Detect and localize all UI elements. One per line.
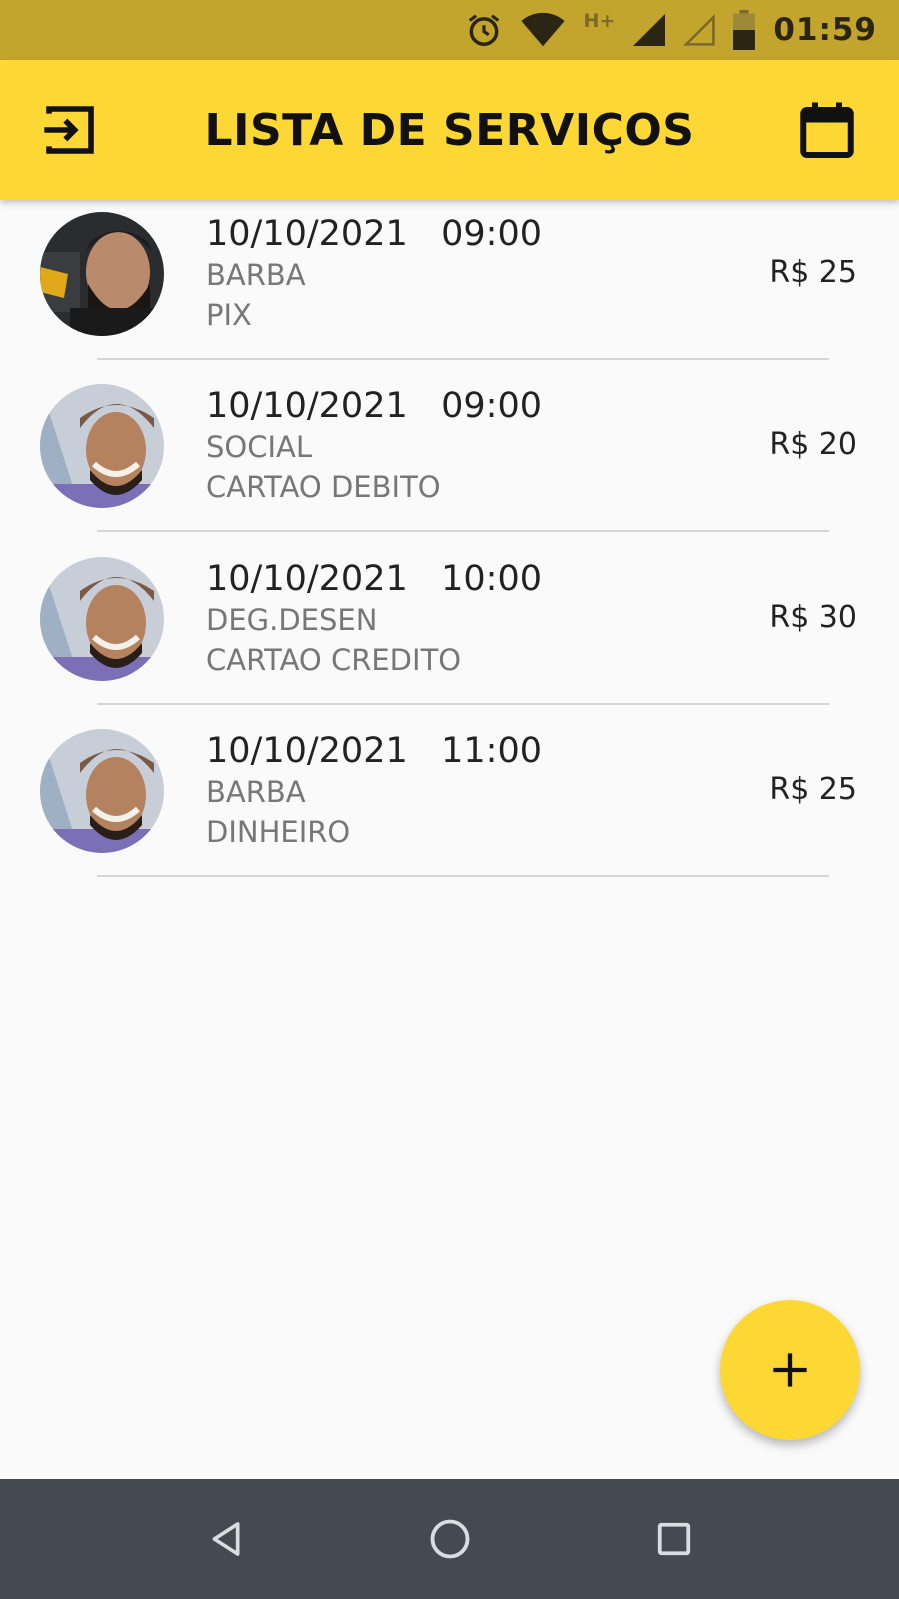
service-name: BARBA — [206, 775, 306, 809]
alarm-icon — [465, 11, 503, 49]
page-title: LISTA DE SERVIÇOS — [204, 104, 695, 156]
divider — [97, 530, 829, 532]
service-time: 10:00 — [441, 559, 542, 599]
service-time: 11:00 — [441, 731, 542, 771]
service-datetime: 10/10/2021 11:00 — [206, 731, 542, 771]
wifi-icon — [521, 12, 566, 48]
avatar — [40, 557, 164, 681]
service-date: 10/10/2021 — [206, 559, 408, 599]
list-item[interactable]: 10/10/2021 09:00 BARBA PIX R$ 25 — [0, 200, 899, 372]
service-datetime: 10/10/2021 09:00 — [206, 386, 542, 426]
list-item[interactable]: 10/10/2021 10:00 DEG.DESEN CARTAO CREDIT… — [0, 545, 899, 717]
home-icon — [430, 1519, 470, 1559]
system-nav-bar — [0, 1479, 899, 1599]
service-price: R$ 25 — [769, 772, 857, 807]
service-list: 10/10/2021 09:00 BARBA PIX R$ 25 10/10/2… — [0, 200, 899, 877]
payment-method: DINHEIRO — [206, 815, 351, 849]
service-datetime: 10/10/2021 09:00 — [206, 214, 542, 254]
service-time: 09:00 — [441, 386, 542, 426]
service-name: BARBA — [206, 258, 306, 292]
recents-icon — [657, 1522, 691, 1556]
calendar-icon — [800, 102, 854, 158]
service-name: SOCIAL — [206, 430, 313, 464]
avatar — [40, 384, 164, 508]
signal-empty-icon — [683, 14, 715, 46]
payment-method: CARTAO DEBITO — [206, 470, 441, 504]
nav-home-button[interactable] — [420, 1509, 480, 1569]
list-item[interactable]: 10/10/2021 09:00 SOCIAL CARTAO DEBITO R$… — [0, 372, 899, 544]
back-icon — [212, 1522, 240, 1556]
calendar-button[interactable] — [797, 100, 857, 160]
plus-icon — [773, 1353, 807, 1387]
divider — [97, 703, 829, 705]
status-bar: H+ 01:59 — [0, 0, 899, 60]
payment-method: PIX — [206, 298, 252, 332]
add-service-button[interactable] — [720, 1300, 860, 1440]
divider — [97, 358, 829, 360]
signal-icon — [633, 14, 666, 46]
list-item[interactable]: 10/10/2021 11:00 BARBA DINHEIRO R$ 25 — [0, 717, 899, 889]
avatar — [40, 212, 164, 336]
avatar — [40, 729, 164, 853]
service-date: 10/10/2021 — [206, 214, 408, 254]
service-date: 10/10/2021 — [206, 386, 408, 426]
service-price: R$ 25 — [769, 255, 857, 290]
status-clock: 01:59 — [773, 12, 877, 48]
payment-method: CARTAO CREDITO — [206, 643, 462, 677]
divider — [97, 875, 829, 877]
nav-recents-button[interactable] — [644, 1509, 704, 1569]
battery-icon — [733, 10, 756, 50]
service-date: 10/10/2021 — [206, 731, 408, 771]
app-bar: LISTA DE SERVIÇOS — [0, 60, 899, 200]
network-type-label: H+ — [583, 10, 616, 32]
service-datetime: 10/10/2021 10:00 — [206, 559, 542, 599]
service-name: DEG.DESEN — [206, 603, 378, 637]
service-price: R$ 30 — [769, 600, 857, 635]
nav-back-button[interactable] — [196, 1509, 256, 1569]
service-time: 09:00 — [441, 214, 542, 254]
service-price: R$ 20 — [769, 427, 857, 462]
